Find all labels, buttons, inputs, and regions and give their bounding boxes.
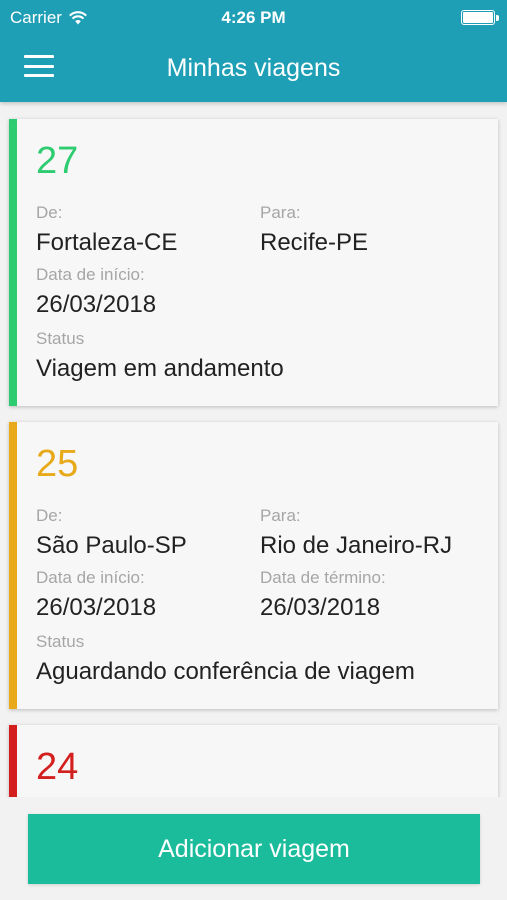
trip-card[interactable]: 24 <box>9 725 498 797</box>
navigation-bar: Minhas viagens <box>0 36 507 102</box>
status-label: Status <box>36 329 85 348</box>
clock: 4:26 PM <box>221 8 286 27</box>
status-value: Aguardando conferência de viagem <box>36 658 415 685</box>
from-value: Fortaleza-CE <box>36 229 178 256</box>
start-date-label: Data de início: <box>36 568 145 587</box>
battery-icon <box>461 10 499 25</box>
to-label: Para: <box>260 203 301 222</box>
start-date-value: 26/03/2018 <box>36 594 157 621</box>
trip-list[interactable]: 27 De: Fortaleza-CE Para: Recife-PE Data… <box>0 102 507 797</box>
from-label: De: <box>36 506 63 525</box>
from-value: São Paulo-SP <box>36 532 187 559</box>
to-label: Para: <box>260 506 301 525</box>
status-value: Viagem em andamento <box>36 355 284 382</box>
trip-card[interactable]: 25 De: São Paulo-SP Para: Rio de Janeiro… <box>9 422 498 709</box>
trip-number: 27 <box>36 140 79 182</box>
trip-number: 25 <box>36 443 79 485</box>
add-trip-button[interactable]: Adicionar viagem <box>28 814 480 884</box>
to-value: Rio de Janeiro-RJ <box>260 532 453 559</box>
app-header: Carrier 4:26 PM Minhas viagens <box>0 0 507 102</box>
to-value: Recife-PE <box>260 229 369 256</box>
footer: Adicionar viagem <box>0 797 507 900</box>
end-date-value: 26/03/2018 <box>260 594 381 621</box>
status-label: Status <box>36 632 85 651</box>
end-date-label: Data de término: <box>260 568 386 587</box>
trip-number: 24 <box>36 746 79 788</box>
from-label: De: <box>36 203 63 222</box>
page-title: Minhas viagens <box>166 54 341 82</box>
trip-card[interactable]: 27 De: Fortaleza-CE Para: Recife-PE Data… <box>9 119 498 406</box>
start-date-label: Data de início: <box>36 265 145 284</box>
status-bar: Carrier 4:26 PM <box>0 0 507 36</box>
start-date-value: 26/03/2018 <box>36 291 157 318</box>
